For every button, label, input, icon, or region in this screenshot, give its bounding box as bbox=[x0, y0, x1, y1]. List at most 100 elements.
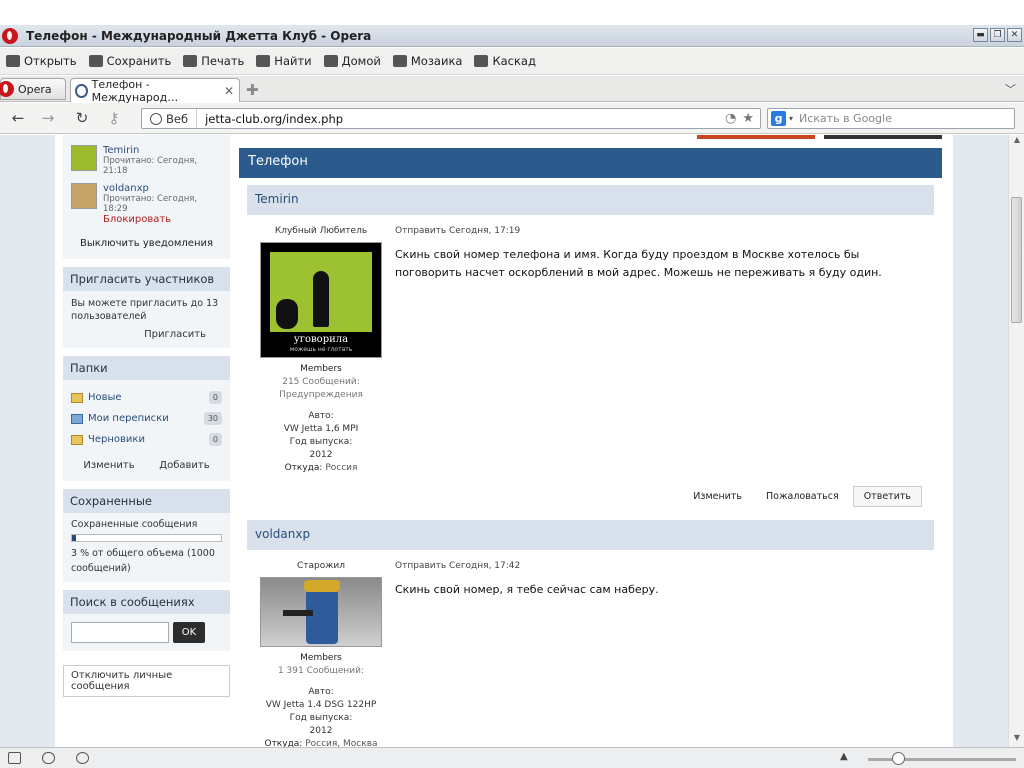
close-icon[interactable]: ✕ bbox=[1007, 28, 1022, 42]
minimize-icon[interactable]: ▬ bbox=[973, 28, 988, 42]
post-body: Отправить Сегодня, 17:19 Скинь свой номе… bbox=[395, 215, 924, 282]
participant-name[interactable]: voldanxp bbox=[103, 183, 222, 194]
url-text[interactable]: jetta-club.org/index.php bbox=[197, 112, 343, 126]
folder-count: 0 bbox=[208, 433, 222, 446]
toolbar-find-button[interactable]: Найти bbox=[250, 50, 317, 72]
status-bar: ▲ bbox=[0, 747, 1024, 768]
tab-bar: Opera Телефон - Международ… ✕ ✚ ﹀ bbox=[0, 76, 1024, 104]
zoom-slider-knob[interactable] bbox=[892, 752, 905, 765]
view-up-icon[interactable]: ▲ bbox=[840, 751, 848, 762]
top-button-strip bbox=[697, 135, 815, 139]
avatar[interactable] bbox=[71, 145, 97, 171]
scroll-down-icon[interactable]: ▼ bbox=[1009, 733, 1024, 747]
new-tab-icon[interactable]: ✚ bbox=[246, 81, 259, 99]
post-text: Скинь свой номер, я тебе сейчас сам набе… bbox=[395, 583, 659, 596]
window-titlebar: Телефон - Международный Джетта Клуб - Op… bbox=[0, 25, 1024, 47]
rss-icon[interactable]: ◔ bbox=[725, 111, 736, 126]
search-field[interactable]: g ▾ Искать в Google bbox=[767, 108, 1015, 129]
post-text: Скинь свой номер телефона и имя. Когда б… bbox=[395, 248, 882, 279]
toolbar-open-button[interactable]: Открыть bbox=[0, 50, 83, 72]
message-search-input[interactable] bbox=[71, 622, 169, 643]
storage-progress-bar bbox=[71, 534, 222, 542]
disable-notifications-link[interactable]: Выключить уведомления bbox=[71, 232, 222, 253]
search-ok-button[interactable]: OK bbox=[173, 622, 205, 643]
author-group: Members bbox=[300, 364, 342, 374]
author-panel: Старожил Members 1 391 Сообщений: Авто: … bbox=[247, 550, 395, 747]
author-details: Авто: VW Jetta 1,6 MPI Год выпуска: 2012… bbox=[283, 411, 359, 473]
search-engine-dropdown-icon[interactable]: ▾ bbox=[789, 114, 793, 123]
opera-menu-button[interactable]: Opera bbox=[0, 78, 66, 100]
toolbar-cascade-button[interactable]: Каскад bbox=[468, 50, 541, 72]
top-button-strip bbox=[824, 135, 942, 139]
saved-label: Сохраненные сообщения bbox=[71, 519, 198, 530]
unite-cloud-icon[interactable] bbox=[42, 752, 55, 764]
key-icon[interactable]: ⚷ bbox=[104, 109, 124, 127]
folder-drafts[interactable]: Черновики 0 bbox=[71, 433, 222, 446]
toolbar-print-button[interactable]: Печать bbox=[177, 50, 250, 72]
toolbar-tile-button[interactable]: Мозаика bbox=[387, 50, 469, 72]
avatar[interactable] bbox=[71, 183, 97, 209]
forward-icon[interactable]: → bbox=[38, 109, 58, 127]
block-user-link[interactable]: Блокировать bbox=[103, 214, 222, 225]
restore-icon[interactable]: ❐ bbox=[990, 28, 1005, 42]
author-role: Клубный Любитель bbox=[274, 226, 368, 236]
folder-count: 30 bbox=[203, 412, 222, 425]
author-panel: Клубный Любитель уговорила можешь не гло… bbox=[247, 215, 395, 475]
search-title: Поиск в сообщениях bbox=[63, 590, 230, 614]
home-icon bbox=[323, 55, 338, 67]
author-avatar[interactable]: уговорила можешь не глотать bbox=[260, 242, 382, 358]
bookmark-star-icon[interactable]: ★ bbox=[742, 111, 754, 126]
participants-block: Temirin Прочитано: Сегодня, 21:18 voldan… bbox=[63, 135, 230, 259]
participant-name[interactable]: Temirin bbox=[103, 145, 222, 156]
toolbar-save-button[interactable]: Сохранить bbox=[83, 50, 178, 72]
post-author-header[interactable]: voldanxp bbox=[247, 520, 934, 550]
mail-folder-icon bbox=[71, 413, 83, 424]
main-toolbar: Открыть Сохранить Печать Найти Домой Моз… bbox=[0, 48, 1024, 75]
print-icon bbox=[183, 55, 198, 67]
toolbar-home-button[interactable]: Домой bbox=[318, 50, 387, 72]
address-bar: ← → ↻ ⚷ Веб jetta-club.org/index.php ◔ ★… bbox=[0, 103, 1024, 134]
post-actions: Изменить Пожаловаться Ответить bbox=[683, 486, 922, 507]
globe-icon bbox=[150, 112, 162, 125]
reload-icon[interactable]: ↻ bbox=[72, 109, 92, 127]
folders-block: Папки Новые 0 Мои переписки 30 Черновики… bbox=[63, 356, 230, 481]
chevron-down-icon[interactable]: ﹀ bbox=[1005, 81, 1016, 97]
report-post-button[interactable]: Пожаловаться bbox=[756, 487, 849, 506]
url-field[interactable]: Веб jetta-club.org/index.php ◔ ★ bbox=[141, 108, 761, 129]
address-mode-badge[interactable]: Веб bbox=[142, 109, 198, 128]
search-placeholder: Искать в Google bbox=[799, 112, 892, 125]
scroll-up-icon[interactable]: ▲ bbox=[1009, 135, 1024, 149]
add-folder-link[interactable]: Добавить bbox=[159, 460, 209, 471]
scrollbar-thumb[interactable] bbox=[1011, 197, 1022, 323]
post-timestamp: Отправить Сегодня, 17:42 bbox=[395, 561, 521, 571]
folder-icon bbox=[71, 434, 83, 445]
tab-active[interactable]: Телефон - Международ… ✕ bbox=[70, 78, 240, 104]
turbo-icon[interactable] bbox=[76, 752, 89, 764]
edit-folders-link[interactable]: Изменить bbox=[83, 460, 134, 471]
reply-button[interactable]: Ответить bbox=[852, 486, 922, 507]
folder-my-conversations[interactable]: Мои переписки 30 bbox=[71, 412, 222, 425]
participant-item: voldanxp Прочитано: Сегодня, 18:29 Блоки… bbox=[71, 183, 222, 225]
folder-new[interactable]: Новые 0 bbox=[71, 391, 222, 404]
post-body: Отправить Сегодня, 17:42 Скинь свой номе… bbox=[395, 550, 924, 599]
zoom-slider[interactable] bbox=[868, 758, 1016, 761]
author-role: Старожил bbox=[297, 561, 345, 571]
message-post: voldanxp Старожил Members 1 391 Сообщени… bbox=[247, 520, 934, 747]
author-avatar[interactable] bbox=[260, 577, 382, 647]
invite-title: Пригласить участников bbox=[63, 267, 230, 291]
post-author-header[interactable]: Temirin bbox=[247, 185, 934, 215]
tab-close-icon[interactable]: ✕ bbox=[224, 84, 234, 98]
google-icon[interactable]: g bbox=[771, 111, 786, 126]
disable-pm-button[interactable]: Отключить личные сообщения bbox=[63, 665, 230, 697]
back-icon[interactable]: ← bbox=[8, 109, 28, 127]
panel-toggle-icon[interactable] bbox=[8, 752, 21, 764]
tile-icon bbox=[392, 55, 407, 67]
invite-block: Пригласить участников Вы можете пригласи… bbox=[63, 267, 230, 348]
page-content: Temirin Прочитано: Сегодня, 21:18 voldan… bbox=[55, 135, 953, 747]
vertical-scrollbar[interactable]: ▲ ▼ bbox=[1008, 135, 1024, 747]
invite-button[interactable]: Пригласить bbox=[71, 323, 222, 342]
edit-post-button[interactable]: Изменить bbox=[683, 487, 752, 506]
storage-usage-text: 3 % от общего объема (1000 сообщений) bbox=[71, 548, 215, 574]
folder-icon bbox=[71, 392, 83, 403]
invite-text: Вы можете пригласить до 13 пользователей bbox=[71, 298, 219, 322]
